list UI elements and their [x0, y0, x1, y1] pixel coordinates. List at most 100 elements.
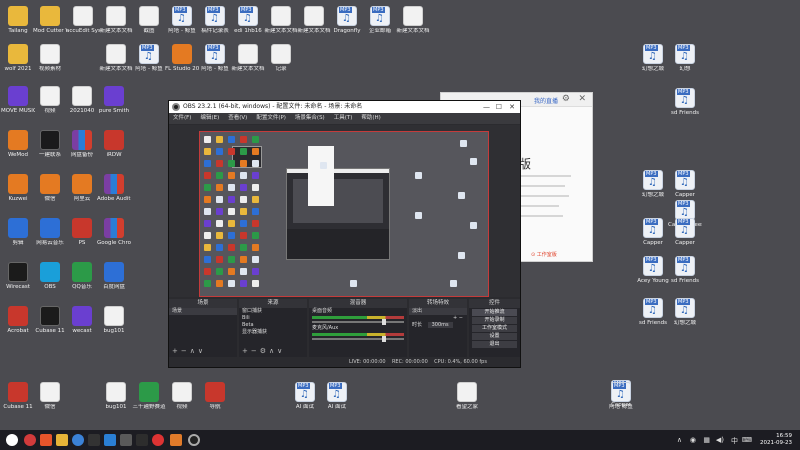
desktop-icon[interactable]: 阿塔 鲸鱼 [604, 382, 638, 410]
desktop-icon[interactable]: sd Friends [668, 256, 702, 284]
duration-input[interactable]: 300ms [427, 322, 453, 328]
desktop-icon[interactable]: AI 面试 [288, 382, 322, 410]
desktop-icon[interactable]: Acrobat [1, 306, 35, 334]
settings-button[interactable]: 设置 [472, 333, 517, 340]
app-icon[interactable] [24, 434, 36, 446]
desktop-icon[interactable]: Cubase 11 [33, 306, 67, 334]
desktop-icon[interactable]: Capper [636, 218, 670, 246]
start-streaming-button[interactable]: 开始推流 [472, 309, 517, 316]
volume-icon[interactable]: ◀) [716, 436, 724, 444]
desktop-icon[interactable]: 阿塔 - 鲸鱼 [165, 6, 199, 34]
obs-menu-item[interactable]: 配置文件(P) [256, 113, 286, 124]
taskbar-clock[interactable]: 16:59 2021-09-23 [760, 433, 792, 447]
desktop-icon[interactable]: FL Studio 20 [165, 44, 199, 72]
app-icon[interactable] [120, 434, 132, 446]
desktop-icon[interactable]: 幻想之城 [636, 44, 670, 72]
obs-menu-item[interactable]: 工具(T) [334, 113, 353, 124]
obs-window[interactable]: OBS 23.2.1 (64-bit, windows) - 配置文件: 未命名… [168, 100, 521, 368]
start-recording-button[interactable]: 开始录制 [472, 317, 517, 324]
desktop-icon[interactable]: 三千越野赛道 [132, 382, 166, 410]
source-item[interactable]: Bili [239, 315, 307, 322]
desktop-icon[interactable]: 微信 [33, 382, 67, 410]
obs-menu-item[interactable]: 帮助(H) [361, 113, 380, 124]
obs-menu-item[interactable]: 文件(F) [173, 113, 191, 124]
desktop-icon[interactable]: 幻想之城 [668, 298, 702, 326]
desktop-icon[interactable]: 网盘备份 [65, 130, 99, 158]
desktop-icon[interactable]: 视频 [165, 382, 199, 410]
desktop-icon[interactable]: 新建文本文档 [396, 6, 430, 34]
desktop-icon[interactable]: Adobe Audition 2020 [97, 174, 131, 202]
desktop-icon[interactable]: AI 面试 [320, 382, 354, 410]
maximize-icon[interactable]: ☐ [496, 101, 502, 113]
desktop-icon[interactable]: 看望之家 [450, 382, 484, 410]
desktop-icon[interactable]: MOVE MUSIC [1, 86, 35, 114]
desktop-icon[interactable]: 企业邮箱 [363, 6, 397, 34]
obs-taskbar-icon[interactable] [188, 434, 200, 446]
desktop-icon[interactable]: 新建文本文档 [99, 6, 133, 34]
desktop-icon[interactable]: wecast [65, 306, 99, 334]
desktop-icon[interactable]: 视频 [33, 86, 67, 114]
obs-menu-item[interactable]: 场景集合(S) [295, 113, 325, 124]
desktop-icon[interactable]: Mod Cutter Windows [33, 6, 67, 34]
close-icon[interactable]: ✕ [578, 94, 586, 104]
source-item[interactable]: 显示器捕获 [239, 329, 307, 336]
preview-canvas[interactable] [199, 131, 489, 297]
desktop-icon[interactable]: QQ音乐 [65, 262, 99, 290]
volume-slider[interactable] [312, 319, 404, 325]
tray-chevron-icon[interactable]: ∧ [677, 436, 682, 444]
transition-select[interactable]: 淡出 [409, 308, 467, 315]
desktop-icon[interactable]: 导航 [198, 382, 232, 410]
minimize-icon[interactable]: — [483, 101, 490, 113]
obs-preview-area[interactable] [169, 125, 520, 297]
desktop-icon[interactable]: OBS [33, 262, 67, 290]
source-toolbar[interactable]: +−⚙∧∨ [242, 347, 285, 355]
tray-app-icon[interactable]: ◉ [690, 436, 696, 444]
desktop-icon[interactable]: Dragonfly [330, 6, 364, 34]
desktop-icon[interactable]: accuEdit Systems [66, 6, 100, 34]
browser-icon[interactable] [72, 434, 84, 446]
desktop-icon[interactable]: 阿塔 - 鲸鱼 [198, 44, 232, 72]
desktop-icon[interactable]: 阿塔 - 鲸鱼 [132, 44, 166, 72]
steam-icon[interactable] [104, 434, 116, 446]
desktop-icon[interactable]: iRDW [97, 130, 131, 158]
close-icon[interactable]: ✕ [509, 101, 515, 113]
desktop-icon[interactable]: 新建文本文档 [297, 6, 331, 34]
desktop-icon[interactable]: 2021040 [65, 86, 99, 114]
app-icon[interactable] [136, 434, 148, 446]
desktop-icon[interactable]: sd Friends [636, 298, 670, 326]
scene-toolbar[interactable]: +−∧∨ [172, 347, 206, 355]
app-icon[interactable] [152, 434, 164, 446]
desktop-icon[interactable]: Tailang [1, 6, 35, 34]
desktop-icon[interactable]: edi 1hb16 [231, 6, 265, 34]
gear-icon[interactable]: ⚙ [562, 94, 570, 104]
scene-item[interactable]: 场景 [169, 308, 237, 315]
desktop-icon[interactable]: 截图 [132, 6, 166, 34]
desktop-icon[interactable]: WeMod [1, 130, 35, 158]
studio-mode-button[interactable]: 工作室模式 [472, 325, 517, 332]
network-icon[interactable]: ▦ [703, 436, 710, 444]
studio-link[interactable]: ⊙ 工作室版 [531, 251, 557, 258]
keyboard-icon[interactable]: ⌨ [742, 436, 752, 444]
source-item[interactable]: 窗口捕获 [239, 308, 307, 315]
desktop-icon[interactable]: 新建文本文档 [99, 44, 133, 72]
desktop-icon[interactable]: Kuzwei [1, 174, 35, 202]
desktop-icon[interactable]: wolf 2021 [1, 44, 35, 72]
start-icon[interactable] [6, 434, 18, 446]
desktop-icon[interactable]: 新建文本文档 [264, 6, 298, 34]
desktop-icon[interactable]: 稿件记录表 [198, 6, 232, 34]
desktop-icon[interactable]: bug101 [97, 306, 131, 334]
desktop-icon[interactable]: 视频素材 [33, 44, 67, 72]
exit-button[interactable]: 退出 [472, 341, 517, 348]
desktop-icon[interactable]: pure Smith [97, 86, 131, 114]
source-item[interactable]: Beta [239, 322, 307, 329]
desktop-icon[interactable]: Wirecast [1, 262, 35, 290]
desktop-icon[interactable]: 微信 [33, 174, 67, 202]
desktop-icon[interactable]: sd Friends [668, 88, 702, 116]
folder-icon[interactable] [56, 434, 68, 446]
obs-menu-item[interactable]: 查看(V) [228, 113, 247, 124]
transition-add-remove[interactable]: + − [409, 315, 467, 322]
my-live-link[interactable]: 我的直播 [534, 96, 558, 105]
desktop-icon[interactable]: 一建联系 [33, 130, 67, 158]
desktop-icon[interactable]: 幻想 [668, 44, 702, 72]
obs-menu-item[interactable]: 编辑(E) [200, 113, 219, 124]
